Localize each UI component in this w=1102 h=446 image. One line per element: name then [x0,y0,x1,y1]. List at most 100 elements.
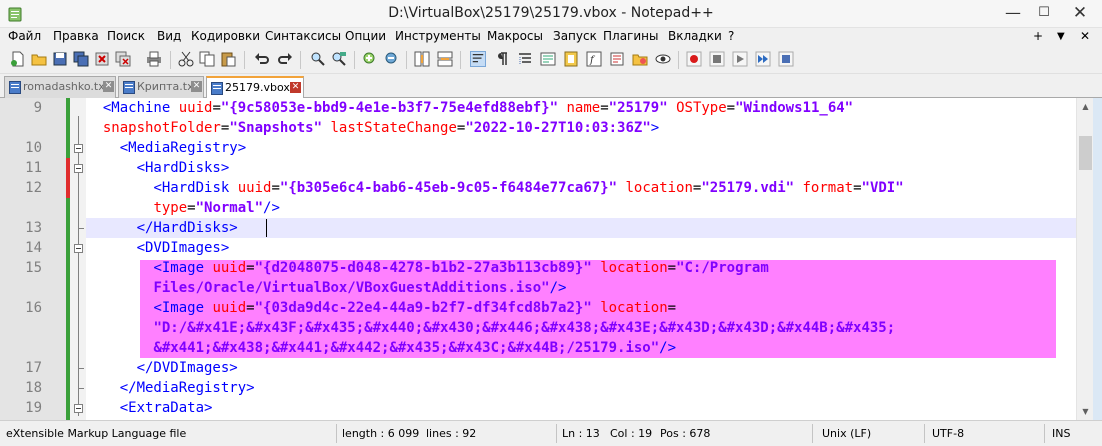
code-token-val: "D:/&#x41E;&#x43F;&#x435;&#x440;&#x430;&… [153,320,896,336]
copy-icon[interactable] [199,51,215,67]
folder-workspace-icon[interactable] [609,51,625,67]
indent-guide-icon[interactable] [517,51,533,67]
status-encoding[interactable]: UTF-8 [932,427,964,440]
zoom-out-icon[interactable] [384,51,400,67]
menu-encoding[interactable]: Кодировки [191,29,260,43]
fold-line [78,116,79,416]
open-file-icon[interactable] [31,51,47,67]
code-text[interactable]: <Machine uuid="{9c58053e-bbd9-4e1e-b3f7-… [86,98,1076,420]
tab-close-icon[interactable]: ✕ [290,82,301,93]
save-all-icon[interactable] [73,51,89,67]
code-token-attr: type [153,200,188,216]
tab-kripta[interactable]: Крипта.txt ✕ [118,76,204,98]
scroll-up-arrow-icon[interactable]: ▲ [1077,98,1094,115]
fold-toggle-icon[interactable] [74,244,83,253]
code-line[interactable]: "D:/&#x41E;&#x43F;&#x435;&#x440;&#x430;&… [86,318,1076,338]
sync-vertical-icon[interactable] [414,51,430,67]
run-macro-multiple-icon[interactable] [755,51,771,67]
code-line[interactable]: snapshotFolder="Snapshots" lastStateChan… [86,118,1076,138]
code-token-tag: <Image [153,300,205,316]
status-insert-mode[interactable]: INS [1052,427,1070,440]
tab-list-dropdown-button[interactable]: ▼ [1057,31,1065,42]
close-document-button[interactable]: ✕ [1080,29,1090,43]
fold-toggle-icon[interactable] [74,164,83,173]
tab-romadashko[interactable]: romadashko.txt ✕ [4,76,116,98]
tab-25179-vbox[interactable]: 25179.vbox ✕ [206,76,304,99]
menu-macro[interactable]: Макросы [487,29,543,43]
save-macro-icon[interactable] [778,51,794,67]
save-icon[interactable] [52,51,68,67]
code-line[interactable]: type="Normal"/> [86,198,1076,218]
new-tab-plus-button[interactable]: + [1033,29,1043,43]
code-token-tag: <DVDImages> [136,240,230,256]
code-line[interactable]: </HardDisks> [86,218,1076,238]
code-token-val: "{d2048075-d048-4278-b1b2-27a3b113cb89}" [254,260,592,276]
menu-settings[interactable]: Опции [345,29,386,43]
code-line[interactable]: </DVDImages> [86,358,1076,378]
fold-toggle-icon[interactable] [74,404,83,413]
paste-icon[interactable] [220,51,236,67]
folder-as-workspace-icon[interactable] [632,51,648,67]
vertical-scrollbar[interactable]: ▲ ▼ [1076,98,1093,420]
menu-tools[interactable]: Инструменты [395,29,481,43]
code-token-val: &#x441;&#x438;&#x441;&#x442;&#x435;&#x43… [153,340,660,356]
status-separator [924,424,925,443]
function-list-icon[interactable]: f [586,51,602,67]
record-macro-icon[interactable] [686,51,702,67]
menu-run[interactable]: Запуск [553,29,597,43]
tab-close-icon[interactable]: ✕ [103,81,114,92]
redo-icon[interactable] [277,51,293,67]
code-token-txt: = [271,180,280,196]
find-icon[interactable] [310,51,326,67]
code-line[interactable]: <Machine uuid="{9c58053e-bbd9-4e1e-b3f7-… [86,98,1076,118]
code-line[interactable]: <DVDImages> [86,238,1076,258]
menu-window[interactable]: Вкладки [668,29,722,43]
close-all-icon[interactable] [115,51,131,67]
menu-edit[interactable]: Правка [53,29,99,43]
scrollbar-thumb[interactable] [1079,136,1092,170]
code-line[interactable]: <HardDisks> [86,158,1076,178]
code-line[interactable]: Files/Oracle/VirtualBox/VBoxGuestAdditio… [86,278,1076,298]
code-line[interactable]: <ExtraData> [86,398,1076,418]
play-macro-icon[interactable] [732,51,748,67]
menu-language[interactable]: Синтаксисы [265,29,341,43]
toolbar-separator [354,51,355,69]
tab-close-icon[interactable]: ✕ [191,81,202,92]
print-icon[interactable] [146,51,162,67]
doc-map-icon[interactable] [563,51,579,67]
new-file-icon[interactable] [10,51,26,67]
cut-icon[interactable] [178,51,194,67]
code-line[interactable]: <Image uuid="{d2048075-d048-4278-b1b2-27… [86,258,1076,278]
close-button[interactable]: ✕ [1058,0,1102,28]
menu-plugins[interactable]: Плагины [603,29,658,43]
monitor-icon[interactable] [655,51,671,67]
code-line[interactable]: <Image uuid="{03da9d4c-22e4-44a9-b2f7-df… [86,298,1076,318]
tab-label: 25179.vbox [225,81,290,94]
menu-file[interactable]: Файл [8,29,41,43]
undo-icon[interactable] [254,51,270,67]
code-token-tag: <Machine [102,100,171,116]
code-line[interactable]: &#x441;&#x438;&#x441;&#x442;&#x435;&#x43… [86,338,1076,358]
show-all-chars-icon[interactable] [494,51,510,67]
scroll-down-arrow-icon[interactable]: ▼ [1077,403,1094,420]
udl-icon[interactable] [540,51,556,67]
editor-area[interactable]: 9 10 11 12 13 14 15 16 17 18 19 <Machine uuid="{9c… [0,98,1102,420]
replace-icon[interactable] [331,51,347,67]
code-line[interactable]: </MediaRegistry> [86,378,1076,398]
toolbar-separator [170,51,171,69]
word-wrap-icon[interactable] [470,51,486,67]
close-icon[interactable] [94,51,110,67]
menu-view[interactable]: Вид [157,29,181,43]
status-eol[interactable]: Unix (LF) [822,427,871,440]
fold-end-mark [78,368,84,369]
sync-horizontal-icon[interactable] [437,51,453,67]
menu-help[interactable]: ? [728,29,734,43]
menu-search[interactable]: Поиск [107,29,145,43]
stop-macro-icon[interactable] [709,51,725,67]
code-token-val: "25179.vdi" [701,180,795,196]
status-pos: Pos : 678 [660,427,711,440]
code-line[interactable]: <HardDisk uuid="{b305e6c4-bab6-45eb-9c05… [86,178,1076,198]
fold-toggle-icon[interactable] [74,144,83,153]
code-line[interactable]: <MediaRegistry> [86,138,1076,158]
zoom-in-icon[interactable] [362,51,378,67]
